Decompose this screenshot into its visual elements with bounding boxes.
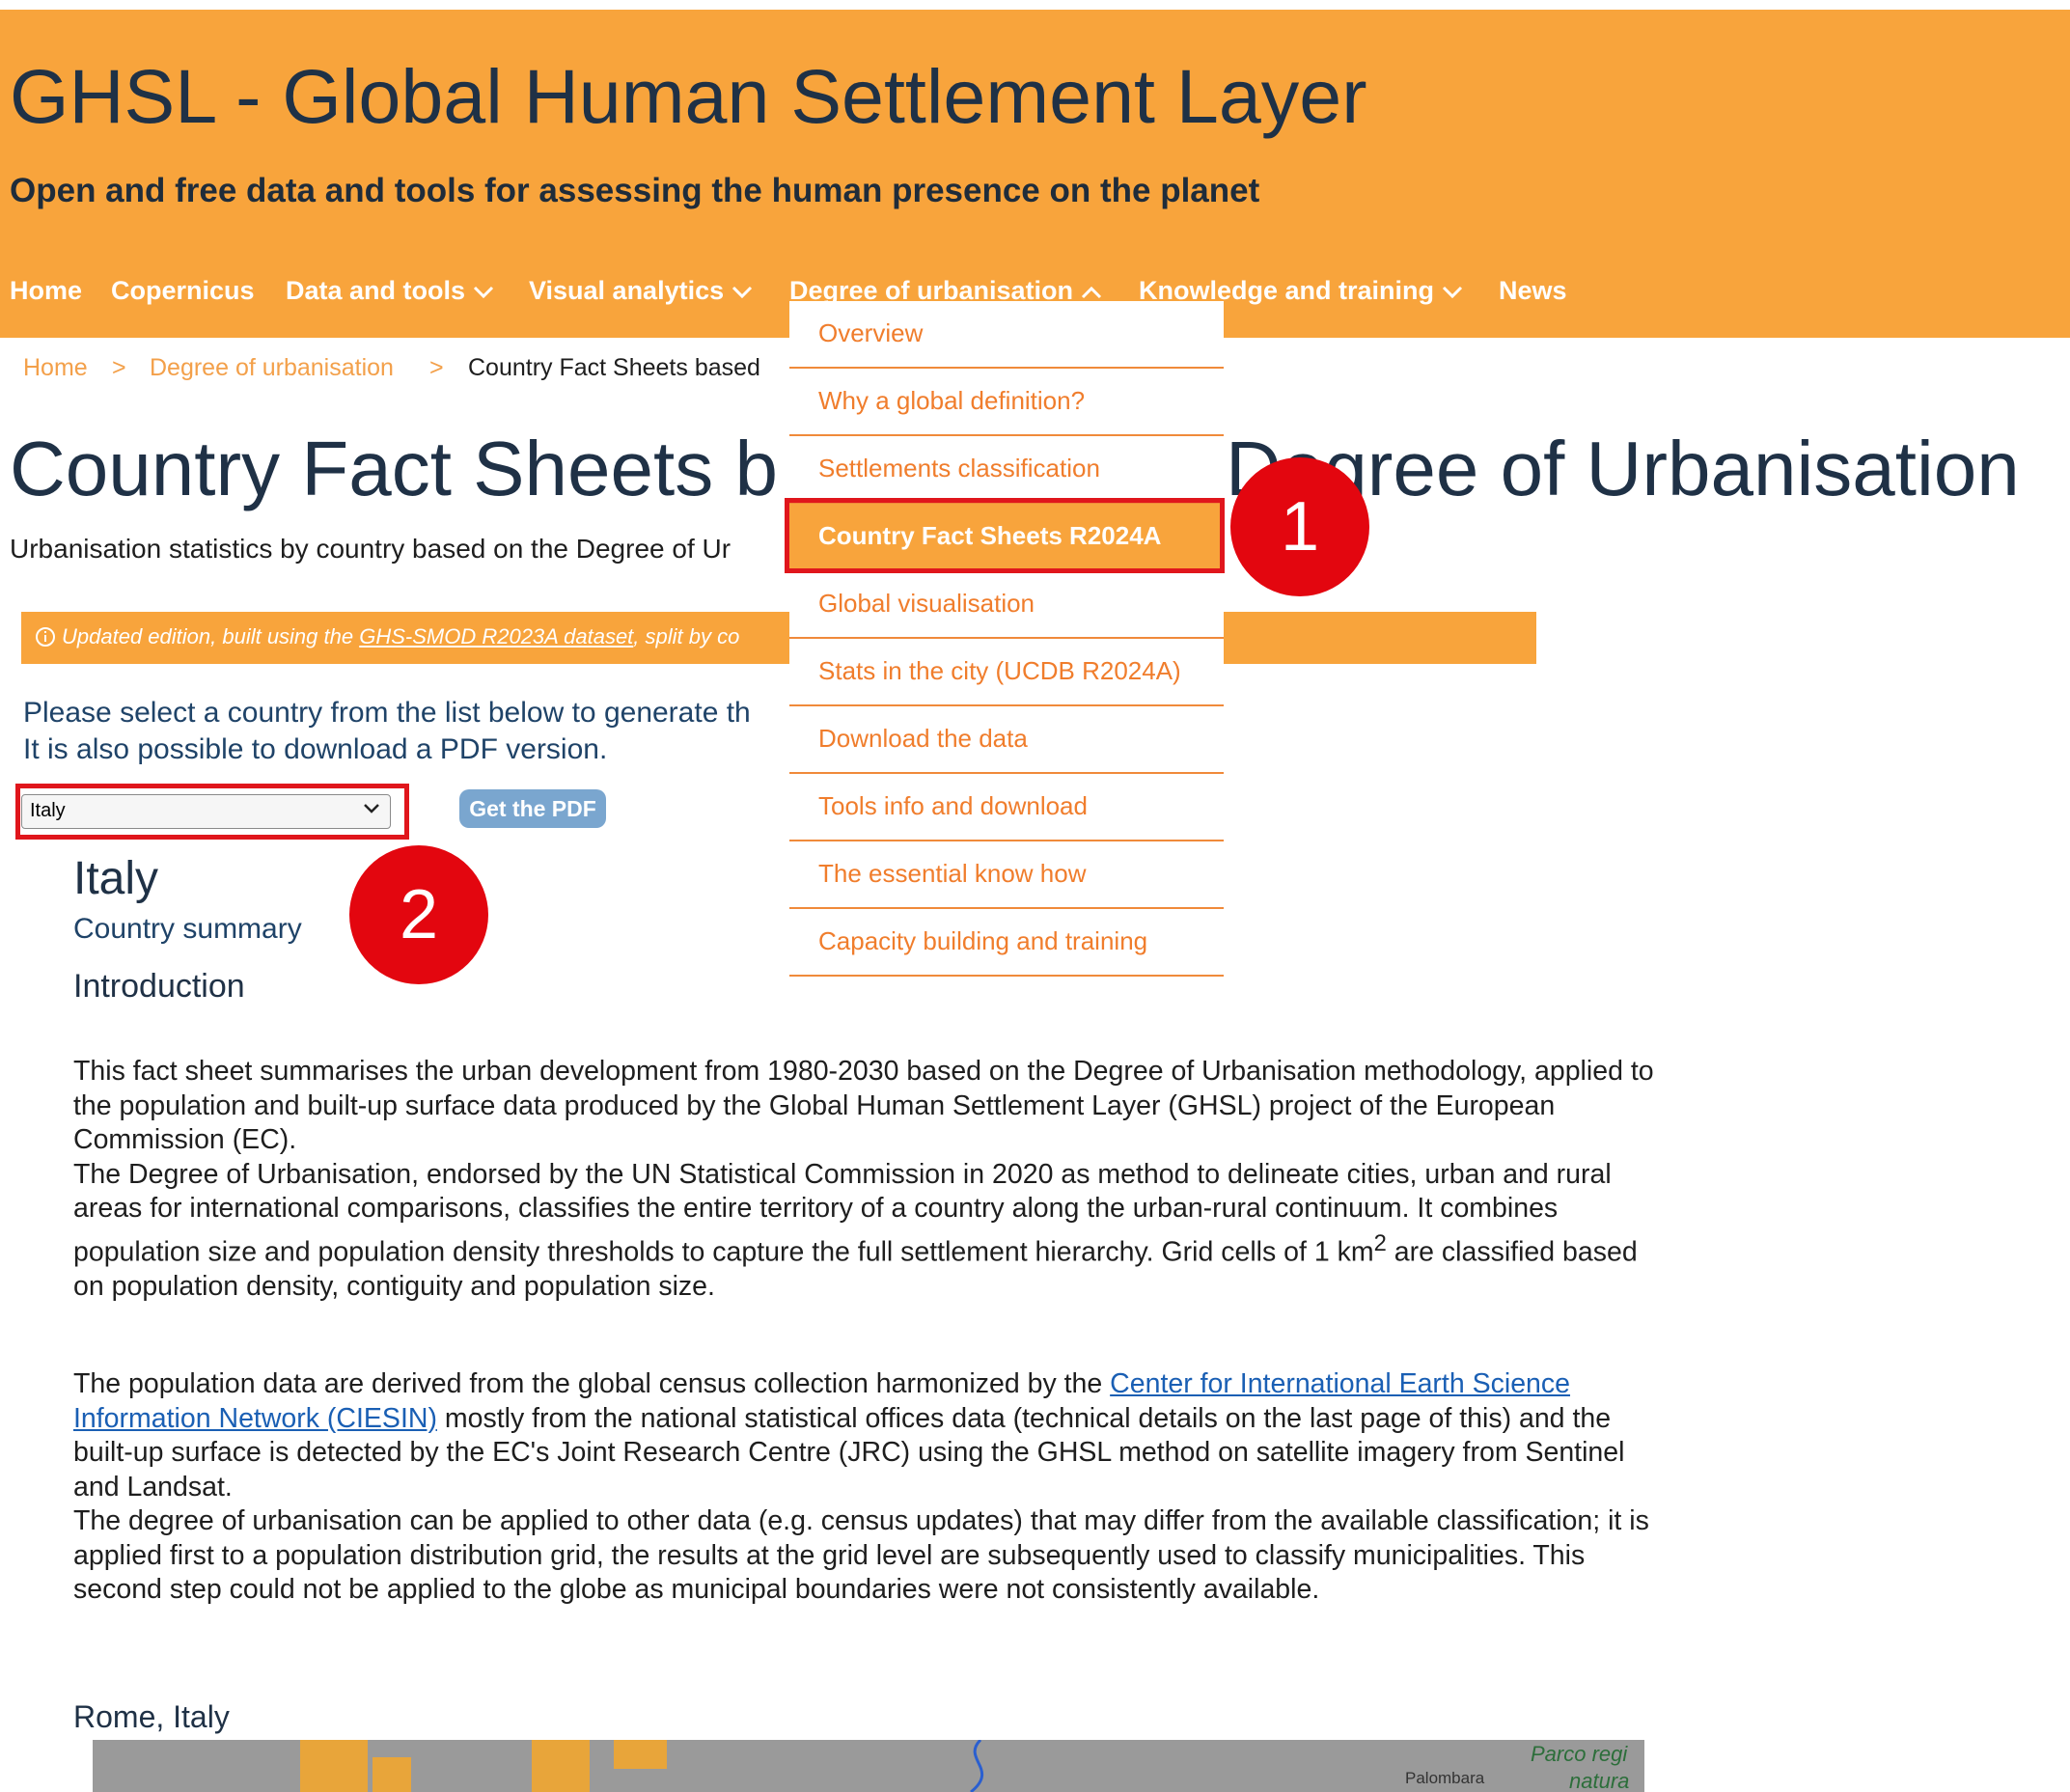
breadcrumb-current: Country Fact Sheets based [468, 354, 760, 381]
intro-paragraph-1: This fact sheet summarises the urban dev… [73, 1055, 1656, 1304]
menu-item-label: Capacity building and training [818, 926, 1148, 955]
menu-item-label: Tools info and download [818, 791, 1088, 820]
intro-paragraph-2: The population data are derived from the… [73, 1367, 1656, 1608]
chevron-down-icon [473, 286, 494, 298]
page-subtitle: Urbanisation statistics by country based… [10, 534, 731, 564]
menu-item-label: Settlements classification [818, 454, 1100, 482]
site-header: GHSL - Global Human Settlement Layer Ope… [0, 10, 2070, 338]
nav-copernicus[interactable]: Copernicus [111, 276, 255, 306]
notice-prefix: Updated edition, built using the [62, 624, 360, 648]
chevron-down-icon [732, 286, 753, 298]
chevron-up-icon [1081, 286, 1102, 298]
intro-text-2: The Degree of Urbanisation, endorsed by … [73, 1158, 1656, 1305]
menu-item-tools-info[interactable]: Tools info and download [789, 774, 1224, 841]
get-pdf-button[interactable]: Get the PDF [459, 789, 606, 828]
urban-area [373, 1757, 411, 1792]
instruction-line-2: It is also possible to download a PDF ve… [23, 733, 608, 765]
menu-item-label: Why a global definition? [818, 386, 1086, 415]
breadcrumb-degree-of-urbanisation[interactable]: Degree of urbanisation [150, 354, 394, 382]
river-line [970, 1740, 984, 1792]
info-icon [36, 627, 55, 647]
nav-label: Visual analytics [529, 276, 725, 305]
breadcrumb-separator: > [112, 354, 126, 381]
nav-label: Data and tools [286, 276, 466, 305]
chevron-down-icon [1442, 286, 1463, 298]
menu-item-why-global-definition[interactable]: Why a global definition? [789, 369, 1224, 436]
menu-item-capacity-building[interactable]: Capacity building and training [789, 909, 1224, 977]
intro-text-1: This fact sheet summarises the urban dev… [73, 1056, 1654, 1155]
map-label-palombara: Palombara [1405, 1769, 1485, 1787]
nav-visual-analytics[interactable]: Visual analytics [529, 276, 753, 306]
nav-news[interactable]: News [1499, 276, 1567, 306]
page-title-left: Country Fact Sheets b [10, 426, 778, 511]
site-title[interactable]: GHSL - Global Human Settlement Layer [10, 52, 1367, 141]
notice-dataset-link[interactable]: GHS-SMOD R2023A dataset [359, 624, 633, 648]
highlight-box-fact-sheets [785, 498, 1225, 573]
urban-area [532, 1740, 590, 1792]
annotation-badge-1: 1 [1230, 457, 1369, 596]
map-label-natura: natura [1569, 1769, 1630, 1792]
degree-of-urbanisation-text: The degree of urbanisation can be applie… [73, 1505, 1649, 1605]
population-data-text: The population data are derived from the… [73, 1367, 1656, 1504]
map-caption: Rome, Italy [73, 1699, 230, 1734]
menu-item-global-visualisation[interactable]: Global visualisation [789, 571, 1224, 639]
instruction-line-1: Please select a country from the list be… [23, 697, 751, 729]
map-label-parco: Parco regi [1531, 1742, 1628, 1766]
menu-item-download-data[interactable]: Download the data [789, 706, 1224, 774]
urban-area [614, 1740, 667, 1769]
menu-item-label: Global visualisation [818, 589, 1035, 618]
notice-text: Updated edition, built using the GHS-SMO… [35, 624, 739, 649]
menu-item-overview[interactable]: Overview [789, 301, 1224, 369]
notice-banner: Updated edition, built using the GHS-SMO… [21, 612, 1536, 664]
rome-map[interactable]: Palombara Parco regi natura [93, 1740, 1644, 1792]
menu-item-label: Download the data [818, 724, 1028, 753]
country-heading: Italy [73, 853, 159, 904]
menu-item-label: The essential know how [818, 859, 1087, 888]
annotation-badge-2: 2 [349, 845, 488, 984]
menu-item-essential-know-how[interactable]: The essential know how [789, 841, 1224, 909]
introduction-heading: Introduction [73, 968, 245, 1005]
breadcrumb-separator: > [429, 354, 444, 381]
superscript: 2 [1373, 1229, 1387, 1256]
nav-home[interactable]: Home [10, 276, 82, 306]
urbanisation-dropdown-menu: Overview Why a global definition? Settle… [789, 301, 1224, 977]
notice-suffix: , split by co [633, 624, 740, 648]
country-summary-heading: Country summary [73, 913, 302, 945]
breadcrumb-home[interactable]: Home [23, 354, 88, 382]
nav-data-and-tools[interactable]: Data and tools [286, 276, 494, 306]
menu-item-label: Stats in the city (UCDB R2024A) [818, 656, 1181, 685]
site-tagline: Open and free data and tools for assessi… [10, 172, 1260, 209]
menu-item-stats-in-the-city[interactable]: Stats in the city (UCDB R2024A) [789, 639, 1224, 706]
menu-item-label: Overview [818, 318, 924, 347]
highlight-box-country-select [15, 784, 409, 840]
menu-item-settlements-classification[interactable]: Settlements classification [789, 436, 1224, 504]
population-text-start: The population data are derived from the… [73, 1368, 1111, 1399]
page-title: Country Fact Sheets b [10, 425, 778, 513]
urban-area [300, 1740, 368, 1792]
